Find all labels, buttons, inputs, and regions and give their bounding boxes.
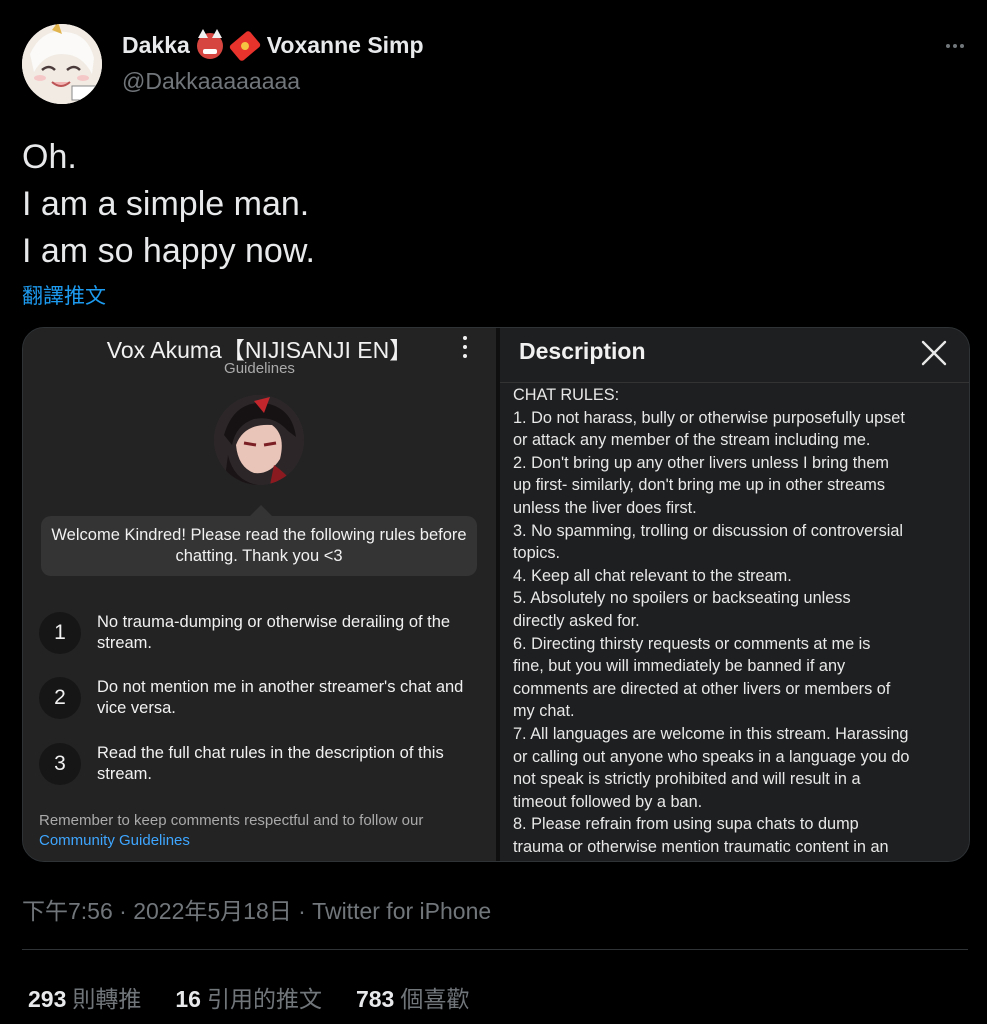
close-icon [921, 340, 947, 366]
welcome-text: Welcome Kindred! Please read the followi… [51, 526, 467, 565]
description-line: 1. Do not harass, bully or otherwise pur… [513, 408, 905, 427]
guideline-rule: 3 Read the full chat rules in the descri… [39, 743, 479, 789]
community-guidelines-link: Community Guidelines [39, 831, 190, 849]
guidelines-panel: Vox Akuma【NIJISANJI EN】 Guidelines Welco… [23, 328, 496, 861]
guideline-rule: 1 No trauma-dumping or otherwise deraili… [39, 612, 479, 658]
description-line: or attack any member of the stream inclu… [513, 431, 871, 450]
rule-text: Read the full chat rules in the descript… [97, 744, 444, 783]
description-line: fine, but you will immediately be banned… [513, 657, 846, 676]
description-panel: Description CHAT RULES: 1. Do not harass… [500, 328, 969, 861]
display-name-text: Dakka [122, 32, 190, 58]
red-envelope-icon [228, 29, 262, 62]
description-line: 6. Directing thirsty requests or comment… [513, 634, 871, 653]
stat-value: 16 [175, 986, 201, 1012]
tweet-timestamp[interactable]: 下午7:56 · 2022年5月18日 · Twitter for iPhone [22, 892, 491, 926]
guidelines-subtitle: Guidelines [224, 360, 295, 377]
description-line: unless the liver does first. [513, 498, 697, 517]
guideline-rule: 2 Do not mention me in another streamer'… [39, 677, 479, 723]
stat-label: 引用的推文 [206, 986, 322, 1012]
rule-text: No trauma-dumping or otherwise derailing… [97, 613, 451, 652]
channel-avatar-art-icon [214, 395, 304, 485]
display-name[interactable]: Dakka Voxanne Simp [122, 28, 424, 62]
description-line: 3. No spamming, trolling or discussion o… [513, 521, 904, 540]
description-line: directly asked for. [513, 611, 640, 630]
description-line: 5. Absolutely no spoilers or backseating… [513, 589, 851, 608]
rule-text: Do not mention me in another streamer's … [97, 678, 464, 717]
description-line: 8. Please refrain from using supa chats … [513, 815, 859, 834]
description-body: CHAT RULES: 1. Do not harass, bully or o… [513, 384, 961, 858]
description-line: not speak is strictly prohibited and wil… [513, 770, 861, 789]
translate-tweet-link[interactable]: 翻譯推文 [22, 280, 106, 310]
tweet-stats: 293 則轉推 16 引用的推文 783 個喜歡 [28, 980, 469, 1014]
tweet-line: Oh. [22, 138, 77, 176]
user-handle[interactable]: @Dakkaaaaaaaa [122, 68, 300, 95]
rule-number: 2 [39, 677, 81, 719]
description-line: up first- similarly, don't bring me up i… [513, 476, 885, 495]
display-name-suffix: Voxanne Simp [266, 32, 424, 58]
description-title: Description [519, 338, 646, 364]
description-line: timeout followed by a ban. [513, 792, 703, 811]
description-line: my chat. [513, 702, 575, 721]
tweet-line: I am so happy now. [22, 232, 315, 270]
channel-avatar [214, 395, 304, 485]
tweet-text: Oh. I am a simple man. I am so happy now… [22, 134, 315, 275]
footer-text: Remember to keep comments respectful and… [39, 812, 424, 829]
tweet-media-image[interactable]: Vox Akuma【NIJISANJI EN】 Guidelines Welco… [22, 327, 970, 862]
stat-value: 783 [355, 986, 395, 1012]
rule-number: 3 [39, 743, 81, 785]
description-line: comments are directed at other livers or… [513, 679, 891, 698]
likes-stat[interactable]: 783 個喜歡 [356, 980, 469, 1014]
description-line: or calling out anyone who speaks in a la… [513, 747, 910, 766]
description-line: 2. Don't bring up any other livers unles… [513, 453, 889, 472]
divider [22, 949, 968, 950]
rule-number: 1 [39, 612, 81, 654]
description-line: 4. Keep all chat relevant to the stream. [513, 566, 792, 585]
description-line: topics. [513, 544, 561, 563]
stat-label: 個喜歡 [400, 986, 470, 1012]
stat-value: 293 [28, 986, 67, 1012]
tweet-line: I am a simple man. [22, 185, 310, 223]
description-line: trauma or otherwise mention traumatic co… [513, 837, 889, 856]
welcome-message: Welcome Kindred! Please read the followi… [41, 505, 477, 576]
user-avatar[interactable] [22, 24, 102, 104]
description-header-divider [500, 382, 969, 383]
retweets-stat[interactable]: 293 則轉推 [28, 980, 141, 1014]
description-line: CHAT RULES: [513, 386, 620, 404]
guidelines-footer: Remember to keep comments respectful and… [39, 811, 489, 850]
description-line: 7. All languages are welcome in this str… [513, 724, 909, 743]
more-options-icon[interactable] [938, 36, 972, 56]
oni-mask-icon [196, 28, 223, 59]
stat-label: 則轉推 [72, 986, 142, 1012]
kebab-menu-icon [455, 336, 475, 358]
quote-tweets-stat[interactable]: 16 引用的推文 [175, 980, 322, 1014]
anime-avatar-icon [22, 24, 102, 104]
